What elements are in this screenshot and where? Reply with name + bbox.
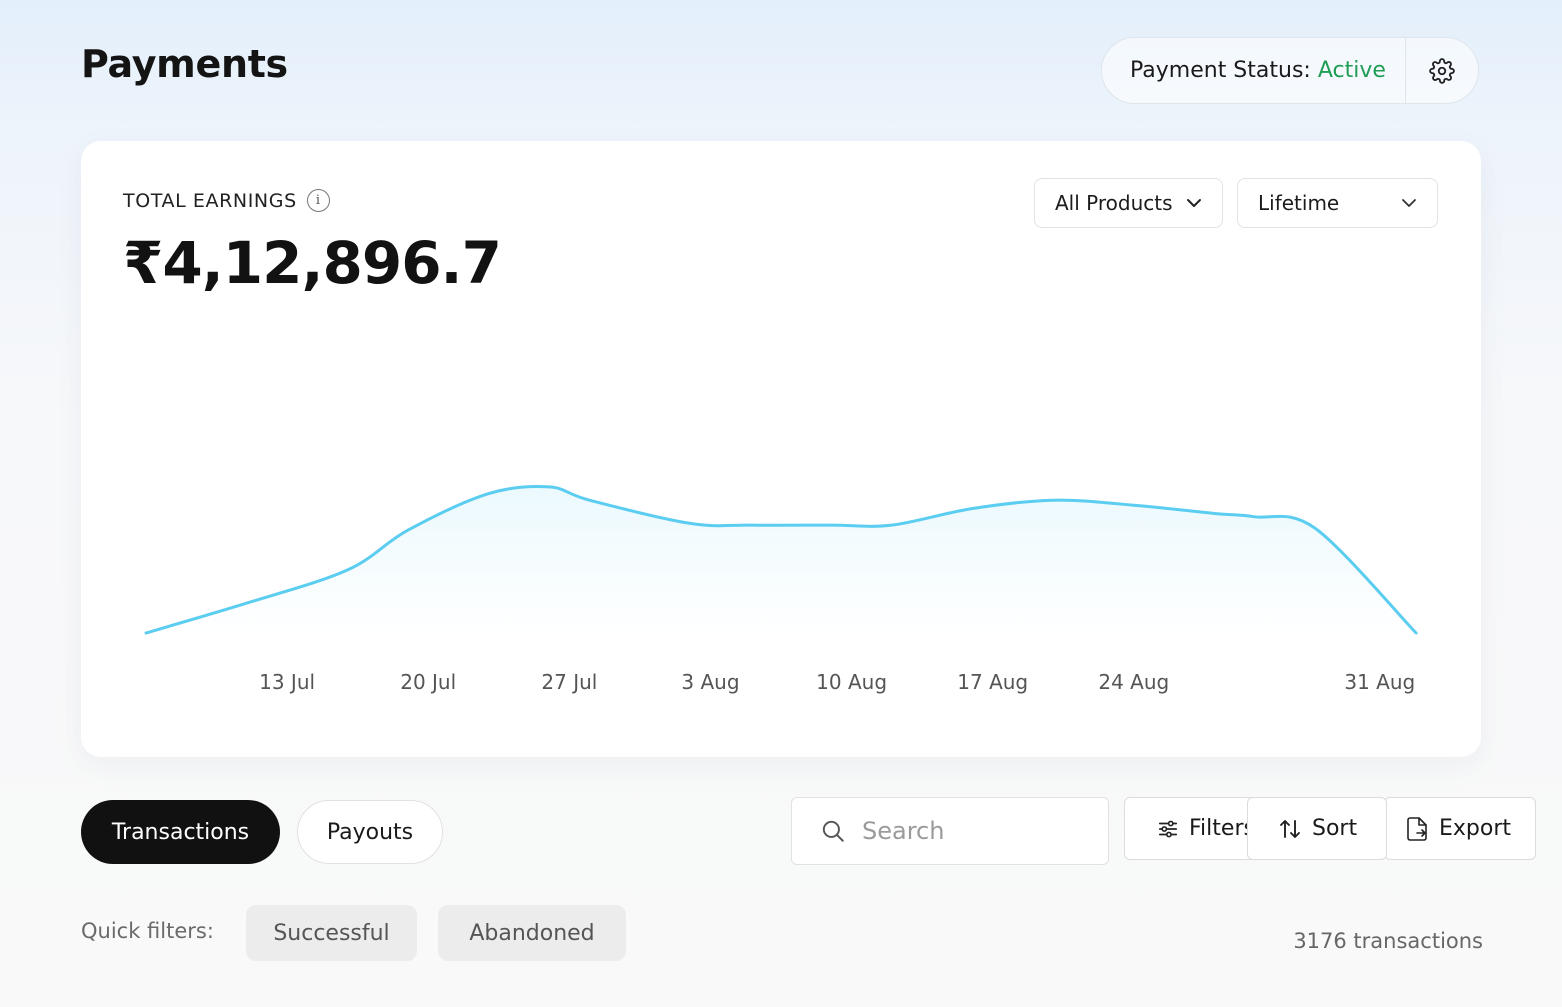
sort-arrows-icon <box>1280 819 1300 838</box>
earnings-card: TOTAL EARNINGS i ₹4,12,896.7 All Product… <box>81 141 1481 757</box>
tab-payouts[interactable]: Payouts <box>297 800 443 864</box>
earnings-chart: 13 Jul 20 Jul 27 Jul 3 Aug 10 Aug 17 Aug 24 Au… <box>144 484 1418 694</box>
x-tick-label: 10 Aug <box>816 670 887 694</box>
sort-button-label: Sort <box>1312 816 1358 841</box>
x-tick-label: 13 Jul <box>259 670 315 694</box>
x-tick-label: 3 Aug <box>681 670 739 694</box>
x-tick-label: 27 Jul <box>541 670 597 694</box>
payment-status-label: Payment Status: <box>1130 58 1311 83</box>
earnings-area-fill <box>146 486 1417 633</box>
settings-button[interactable] <box>1406 37 1478 104</box>
quick-filter-successful[interactable]: Successful <box>246 905 417 961</box>
sort-button[interactable]: Sort <box>1247 797 1387 860</box>
filters-button[interactable]: Filters <box>1124 797 1260 860</box>
export-file-icon <box>1407 816 1427 841</box>
quick-filters-label: Quick filters: <box>81 919 214 943</box>
x-tick-label: 17 Aug <box>957 670 1028 694</box>
gear-icon <box>1429 57 1456 84</box>
page-title: Payments <box>81 42 288 86</box>
payment-status-text: Payment Status: Active <box>1102 58 1405 83</box>
export-button[interactable]: Export <box>1384 797 1536 860</box>
search-input[interactable] <box>862 817 1092 845</box>
payment-status-pill: Payment Status: Active <box>1101 37 1479 104</box>
x-tick-label: 20 Jul <box>400 670 456 694</box>
payment-status-value: Active <box>1317 58 1386 83</box>
search-box <box>791 797 1109 865</box>
x-tick-label: 31 Aug <box>1344 670 1415 694</box>
search-icon <box>822 820 844 842</box>
quick-filter-abandoned[interactable]: Abandoned <box>438 905 626 961</box>
tab-transactions[interactable]: Transactions <box>81 800 280 864</box>
x-tick-label: 24 Aug <box>1098 670 1169 694</box>
transactions-count: 3176 transactions <box>1293 929 1483 953</box>
filters-button-label: Filters <box>1189 816 1255 841</box>
sliders-icon <box>1158 820 1178 837</box>
export-button-label: Export <box>1439 816 1512 841</box>
